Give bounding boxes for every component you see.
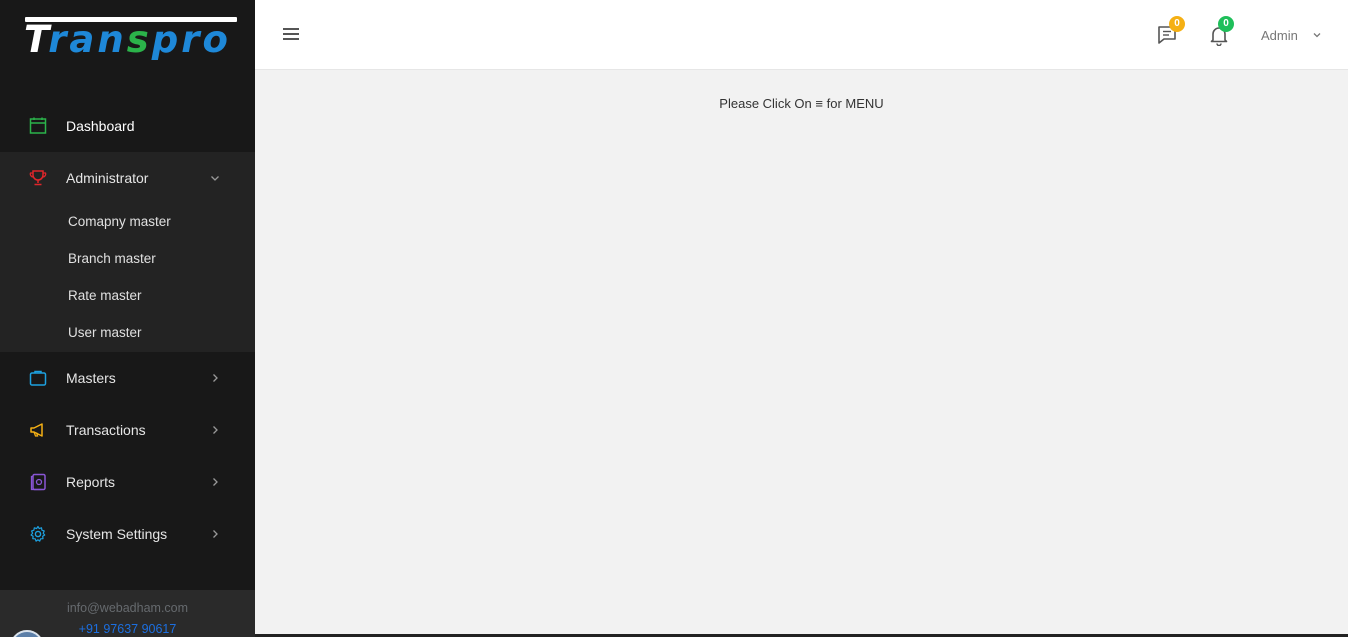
- chevron-down-icon: [209, 172, 221, 184]
- hamburger-menu-icon[interactable]: [283, 26, 301, 42]
- hint-after: for MENU: [826, 96, 884, 111]
- messages-count-badge: 0: [1169, 16, 1185, 32]
- menu-hint-text: Please Click On ≡ for MENU: [255, 96, 1348, 111]
- sidebar-item-administrator[interactable]: Administrator: [0, 152, 255, 204]
- chevron-right-icon: [209, 476, 221, 488]
- hint-menu-symbol: ≡: [815, 96, 823, 111]
- top-header: 0 0 Admin: [255, 0, 1348, 70]
- main-content: Please Click On ≡ for MENU: [255, 71, 1348, 635]
- sidebar-item-label: Reports: [66, 474, 116, 490]
- sidebar-item-label: Transactions: [66, 422, 146, 438]
- sidebar-item-label: Masters: [66, 370, 116, 386]
- trophy-icon: [28, 168, 48, 188]
- sidebar-item-dashboard[interactable]: Dashboard: [0, 100, 255, 152]
- sidebar-item-system-settings[interactable]: System Settings: [0, 508, 255, 560]
- briefcase-icon: [28, 368, 48, 388]
- submenu-item-rate-master[interactable]: Rate master: [68, 288, 142, 303]
- notifications-count-badge: 0: [1218, 16, 1234, 32]
- user-name: Admin: [1261, 27, 1298, 43]
- sidebar-item-reports[interactable]: Reports: [0, 456, 255, 508]
- sidebar-item-label: Administrator: [66, 170, 149, 186]
- hint-before: Please Click On: [719, 96, 812, 111]
- report-book-icon: [28, 472, 48, 492]
- gear-icon: [28, 524, 48, 544]
- footer-email[interactable]: info@webadham.com: [0, 601, 255, 615]
- submenu-item-branch-master[interactable]: Branch master: [68, 251, 156, 266]
- sidebar-item-transactions[interactable]: Transactions: [0, 404, 255, 456]
- chevron-right-icon: [209, 528, 221, 540]
- user-menu[interactable]: Admin: [1261, 26, 1322, 44]
- messages-button[interactable]: 0: [1156, 16, 1185, 48]
- sidebar-item-label: System Settings: [66, 526, 168, 542]
- calendar-window-icon: [28, 116, 48, 136]
- chevron-right-icon: [209, 372, 221, 384]
- sidebar-item-masters[interactable]: Masters: [0, 352, 255, 404]
- sidebar-item-label: Dashboard: [66, 118, 135, 134]
- transpro-logo[interactable]: Transpro: [22, 14, 238, 62]
- submenu-item-company-master[interactable]: Comapny master: [68, 214, 171, 229]
- notifications-button[interactable]: 0: [1208, 16, 1234, 48]
- submenu-item-user-master[interactable]: User master: [68, 325, 142, 340]
- logo-text: Transpro: [24, 18, 231, 61]
- sidebar: Transpro Dashboard Administrator Comapny…: [0, 0, 255, 637]
- sidebar-footer: info@webadham.com +91 97637 90617: [0, 590, 255, 637]
- megaphone-icon: [28, 420, 48, 440]
- chevron-right-icon: [209, 424, 221, 436]
- chevron-down-icon: [1312, 30, 1322, 40]
